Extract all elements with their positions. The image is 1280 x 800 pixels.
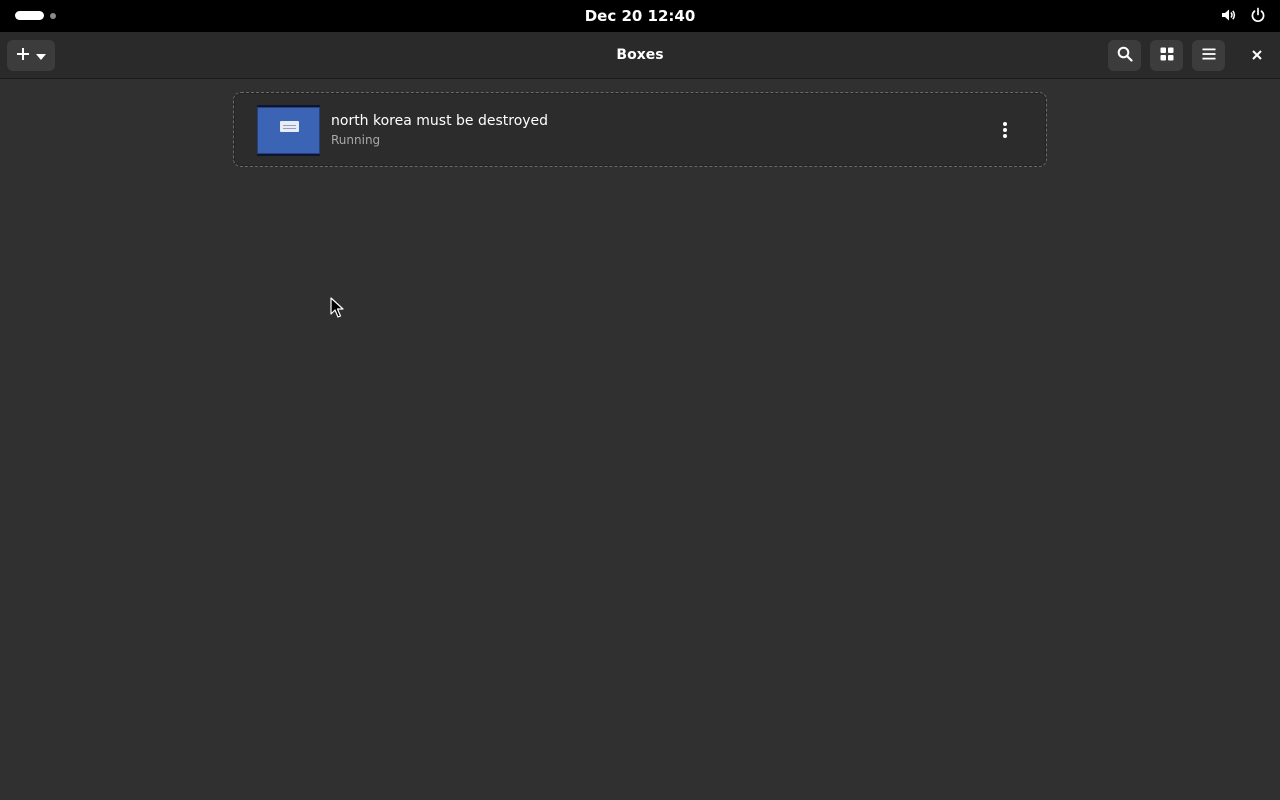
vm-dialog-preview: [280, 121, 299, 132]
search-icon: [1117, 46, 1133, 66]
clock[interactable]: Dec 20 12:40: [0, 0, 1280, 32]
window-title: Boxes: [616, 47, 664, 63]
kebab-dot: [1003, 134, 1007, 138]
box-name: north korea must be destroyed: [331, 113, 549, 129]
box-status: Running: [331, 133, 381, 147]
search-button[interactable]: [1108, 40, 1141, 71]
power-icon: [1250, 7, 1266, 23]
vm-screen-preview: [258, 108, 319, 153]
system-top-bar: Dec 20 12:40: [0, 0, 1280, 32]
app-header-bar: Boxes: [0, 32, 1280, 79]
hamburger-menu-icon: [1201, 46, 1217, 66]
grid-view-icon: [1159, 46, 1175, 66]
kebab-dot: [1003, 122, 1007, 126]
grid-view-button[interactable]: [1150, 40, 1183, 71]
mouse-pointer-icon: [330, 297, 344, 323]
kebab-dot: [1003, 128, 1007, 132]
close-window-button[interactable]: [1242, 40, 1272, 71]
boxes-list-view: north korea must be destroyed Running: [0, 79, 1280, 800]
main-menu-button[interactable]: [1192, 40, 1225, 71]
box-options-button[interactable]: [991, 116, 1019, 144]
close-icon: [1251, 46, 1263, 65]
box-list-item[interactable]: north korea must be destroyed Running: [233, 92, 1047, 167]
volume-icon: [1220, 7, 1236, 23]
system-tray[interactable]: [1220, 7, 1266, 23]
box-thumbnail: [257, 105, 320, 156]
